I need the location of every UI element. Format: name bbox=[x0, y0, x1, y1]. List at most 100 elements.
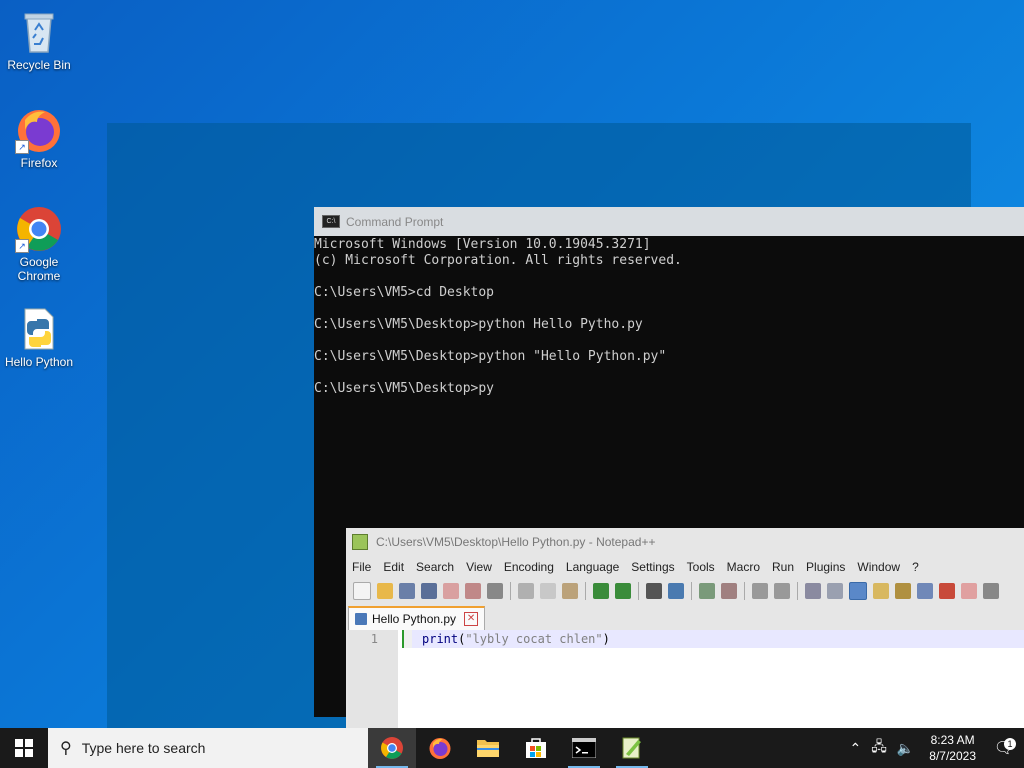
sync-vertical-icon[interactable] bbox=[752, 583, 768, 599]
toolbar-separator bbox=[510, 582, 511, 600]
desktop-icon-google-chrome[interactable]: ↗ Google Chrome bbox=[0, 205, 78, 283]
console-line: C:\Users\VM5>cd Desktop bbox=[314, 285, 495, 300]
console-line: C:\Users\VM5\Desktop>python "Hello Pytho… bbox=[314, 349, 667, 364]
tab-hello-python[interactable]: Hello Python.py ✕ bbox=[348, 606, 486, 630]
save-icon[interactable] bbox=[399, 583, 415, 599]
python-file-icon bbox=[15, 305, 63, 353]
menu-encoding[interactable]: Encoding bbox=[504, 560, 554, 574]
close-file-icon[interactable] bbox=[443, 583, 459, 599]
menu-macro[interactable]: Macro bbox=[727, 560, 760, 574]
code-function-token: print bbox=[422, 632, 459, 646]
firefox-icon bbox=[429, 738, 451, 759]
menu-edit[interactable]: Edit bbox=[383, 560, 404, 574]
code-editor[interactable]: 1 print("lybly cocat chlen") bbox=[348, 630, 1024, 728]
menu-run[interactable]: Run bbox=[772, 560, 794, 574]
sync-horizontal-icon[interactable] bbox=[774, 583, 790, 599]
menu-view[interactable]: View bbox=[466, 560, 492, 574]
notepad-tab-bar: Hello Python.py ✕ bbox=[346, 604, 1024, 630]
taskbar-notepad-plus-plus[interactable] bbox=[608, 728, 656, 768]
toolbar-separator bbox=[638, 582, 639, 600]
clock[interactable]: 8:23 AM 8/7/2023 bbox=[929, 732, 976, 764]
start-button[interactable] bbox=[0, 728, 48, 768]
taskbar-firefox[interactable] bbox=[416, 728, 464, 768]
menu-language[interactable]: Language bbox=[566, 560, 619, 574]
paste-icon[interactable] bbox=[562, 583, 578, 599]
save-all-icon[interactable] bbox=[421, 583, 437, 599]
find-icon[interactable] bbox=[646, 583, 662, 599]
menu-file[interactable]: File bbox=[352, 560, 371, 574]
show-all-characters-icon[interactable] bbox=[827, 583, 843, 599]
code-string-token: "lybly cocat chlen" bbox=[465, 632, 603, 646]
chrome-icon: ↗ bbox=[15, 205, 63, 253]
network-icon[interactable]: 🖧 bbox=[871, 736, 887, 760]
console-line: Microsoft Windows [Version 10.0.19045.32… bbox=[314, 237, 651, 252]
new-file-icon[interactable] bbox=[353, 582, 371, 600]
copy-icon[interactable] bbox=[540, 583, 556, 599]
console-line: C:\Users\VM5\Desktop>python Hello Pytho.… bbox=[314, 317, 643, 332]
word-wrap-icon[interactable] bbox=[805, 583, 821, 599]
shortcut-arrow-icon: ↗ bbox=[15, 239, 29, 253]
indent-guide-icon[interactable] bbox=[849, 582, 867, 600]
menu-plugins[interactable]: Plugins bbox=[806, 560, 845, 574]
desktop-icon-label: Google Chrome bbox=[17, 255, 61, 283]
action-center-button[interactable]: 🗨 1 bbox=[984, 738, 1024, 758]
desktop-icon-recycle-bin[interactable]: Recycle Bin bbox=[0, 8, 78, 72]
windows-logo-icon bbox=[15, 739, 33, 757]
zoom-out-icon[interactable] bbox=[721, 583, 737, 599]
line-number: 1 bbox=[370, 632, 378, 646]
console-line: (c) Microsoft Corporation. All rights re… bbox=[314, 253, 682, 268]
eye-icon[interactable] bbox=[983, 583, 999, 599]
desktop-icon-firefox[interactable]: ↗ Firefox bbox=[0, 106, 78, 170]
notepad-titlebar[interactable]: C:\Users\VM5\Desktop\Hello Python.py - N… bbox=[346, 528, 1024, 556]
toolbar-separator bbox=[744, 582, 745, 600]
desktop-icon-label: Hello Python bbox=[4, 355, 74, 369]
console-line: C:\Users\VM5\Desktop>py bbox=[314, 381, 495, 396]
menu-settings[interactable]: Settings bbox=[631, 560, 674, 574]
notepad-title: C:\Users\VM5\Desktop\Hello Python.py - N… bbox=[376, 535, 656, 549]
menu-search[interactable]: Search bbox=[416, 560, 454, 574]
zoom-in-icon[interactable] bbox=[699, 583, 715, 599]
taskbar-chrome[interactable] bbox=[368, 728, 416, 768]
replace-icon[interactable] bbox=[668, 583, 684, 599]
menu-tools[interactable]: Tools bbox=[687, 560, 715, 574]
folder-as-workspace-icon[interactable] bbox=[939, 583, 955, 599]
volume-icon[interactable]: 🔈 bbox=[897, 740, 914, 757]
desktop-icon-hello-python[interactable]: Hello Python bbox=[0, 305, 78, 369]
notepad-plus-plus-icon bbox=[352, 534, 368, 550]
notepad-plus-plus-window[interactable]: C:\Users\VM5\Desktop\Hello Python.py - N… bbox=[346, 528, 1024, 728]
taskbar-file-explorer[interactable] bbox=[464, 728, 512, 768]
document-map-icon[interactable] bbox=[895, 583, 911, 599]
menu-window[interactable]: Window bbox=[857, 560, 900, 574]
print-icon[interactable] bbox=[487, 583, 503, 599]
cmd-icon: C:\ bbox=[322, 215, 340, 228]
taskbar-search-box[interactable]: ⚲ Type here to search bbox=[48, 728, 368, 768]
taskbar-microsoft-store[interactable] bbox=[512, 728, 560, 768]
command-prompt-console[interactable]: Microsoft Windows [Version 10.0.19045.32… bbox=[314, 236, 1024, 397]
user-defined-language-icon[interactable] bbox=[873, 583, 889, 599]
search-icon: ⚲ bbox=[60, 740, 72, 757]
close-all-icon[interactable] bbox=[465, 583, 481, 599]
cut-icon[interactable] bbox=[518, 583, 534, 599]
redo-icon[interactable] bbox=[615, 583, 631, 599]
code-line[interactable]: print("lybly cocat chlen") bbox=[412, 630, 1024, 728]
menu-help[interactable]: ? bbox=[912, 560, 919, 574]
open-file-icon[interactable] bbox=[377, 583, 393, 599]
taskbar-command-prompt[interactable] bbox=[560, 728, 608, 768]
undo-icon[interactable] bbox=[593, 583, 609, 599]
shortcut-arrow-icon: ↗ bbox=[15, 140, 29, 154]
clock-date: 8/7/2023 bbox=[929, 749, 976, 763]
search-placeholder: Type here to search bbox=[81, 740, 206, 756]
monitoring-icon[interactable] bbox=[961, 583, 977, 599]
function-list-icon[interactable] bbox=[917, 583, 933, 599]
taskbar: ⚲ Type here to search ⌃ 🖧 🔈 8:23 AM 8/7/… bbox=[0, 728, 1024, 768]
desktop-icon-label: Firefox bbox=[20, 156, 58, 170]
toolbar-separator bbox=[797, 582, 798, 600]
command-prompt-titlebar[interactable]: C:\ Command Prompt bbox=[314, 207, 1024, 236]
chevron-up-icon[interactable]: ⌃ bbox=[849, 740, 861, 757]
saved-file-icon bbox=[355, 613, 367, 625]
change-history-margin bbox=[402, 630, 412, 648]
system-tray: ⌃ 🖧 🔈 8:23 AM 8/7/2023 🗨 1 bbox=[844, 728, 1024, 768]
close-tab-icon[interactable]: ✕ bbox=[464, 612, 479, 626]
command-prompt-title: Command Prompt bbox=[346, 214, 444, 229]
